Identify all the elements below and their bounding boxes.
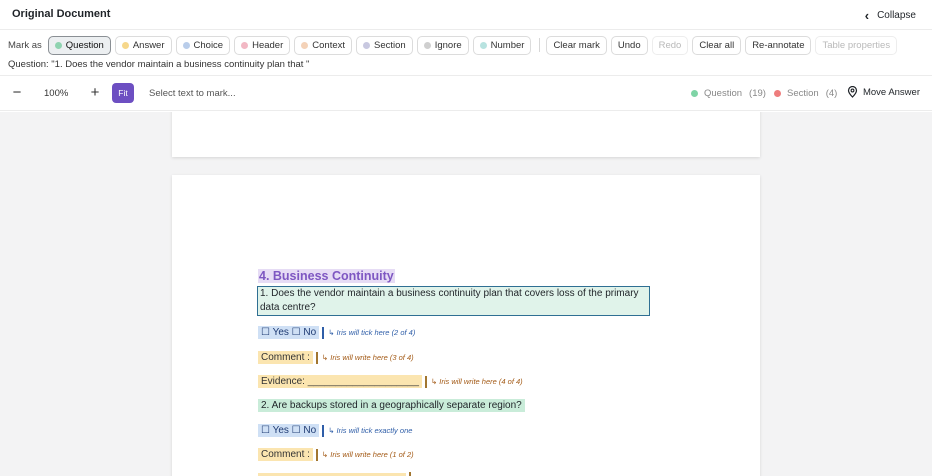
mark-section-label: Section [374, 39, 406, 51]
document-page [172, 112, 760, 157]
legend-question-label: Question [704, 88, 743, 99]
mark-context-label: Context [312, 39, 346, 51]
answer-anchor-marker [322, 424, 325, 437]
answer-highlight[interactable]: Comment : [258, 351, 313, 364]
table-properties-button[interactable]: Table properties [815, 35, 898, 55]
question-row: 2. Are backups stored in a geographicall… [258, 399, 525, 412]
panel-title: Original Document [12, 8, 111, 20]
answer-anchor-marker [409, 472, 411, 476]
choice-row: ☐ Yes ☐ No ↳ Iris will tick here (2 of 4… [258, 326, 415, 339]
mark-as-label: Mark as [8, 39, 42, 51]
map-pin-icon [847, 86, 858, 98]
comment-note: ↳ Iris will write here (3 of 4) [321, 353, 414, 362]
mark-question-label: Question [65, 39, 104, 51]
mark-context-button[interactable]: Context [294, 35, 353, 55]
re-annotate-button[interactable]: Re-annotate [745, 35, 812, 55]
toolbar-divider [539, 38, 541, 52]
mark-ignore-button[interactable]: Ignore [416, 35, 469, 55]
mark-choice-button[interactable]: Choice [175, 35, 231, 55]
legend-section-count: (4) [825, 88, 838, 99]
section-title-highlight[interactable]: 4. Business Continuity [258, 269, 395, 283]
answer-color-dot [121, 41, 129, 49]
choice-note: ↳ Iris will tick exactly one [328, 426, 413, 435]
mark-number-label: Number [490, 39, 525, 51]
zoom-out-button[interactable]: − [8, 84, 26, 102]
mark-number-button[interactable]: Number [472, 35, 532, 55]
collapse-button[interactable]: ‹ Collapse [865, 6, 916, 24]
choice-note: ↳ Iris will tick here (2 of 4) [328, 328, 416, 337]
legend-section-dot [774, 90, 781, 97]
fit-button[interactable]: Fit [112, 83, 134, 103]
question-color-dot [54, 41, 62, 49]
comment-row: Comment : ↳ Iris will write here (1 of 2… [258, 448, 414, 461]
legend-section-label: Section [787, 88, 819, 99]
choice-row: ☐ Yes ☐ No ↳ Iris will tick exactly one [258, 424, 412, 437]
selected-question-preview: Question: "1. Does the vendor maintain a… [8, 59, 310, 70]
undo-button[interactable]: Undo [610, 35, 648, 55]
answer-anchor-marker [322, 326, 325, 339]
question-highlight-selected[interactable]: 1. Does the vendor maintain a business c… [257, 286, 650, 316]
mark-question-button[interactable]: Question [47, 35, 111, 55]
mark-choice-label: Choice [193, 39, 224, 51]
evidence-note: ↳ Iris will write here (4 of 4) [430, 377, 523, 386]
choice-color-dot [182, 41, 190, 49]
section-color-dot [363, 41, 371, 49]
choice-highlight[interactable]: ☐ Yes ☐ No [258, 326, 320, 339]
clear-mark-button[interactable]: Clear mark [546, 35, 607, 55]
legend-question[interactable]: Question (19) [691, 88, 766, 99]
mark-header-button[interactable]: Header [234, 35, 291, 55]
selection-hint: Select text to mark... [149, 88, 236, 99]
document-viewer[interactable]: 4. Business Continuity 1. Does the vendo… [0, 112, 932, 476]
move-answer-button[interactable]: Move Answer [847, 86, 920, 98]
question-highlight[interactable]: 2. Are backups stored in a geographicall… [258, 399, 525, 412]
panel-header: Original Document ‹ Collapse [0, 0, 932, 30]
evidence-row: Evidence: ____________________ ↳ Iris wi… [258, 375, 523, 388]
legend-question-count: (19) [749, 88, 766, 99]
mark-ignore-label: Ignore [434, 39, 462, 51]
legend-question-dot [691, 90, 698, 97]
collapse-label: Collapse [877, 9, 916, 21]
zoom-toolbar: − 100% + Fit Select text to mark... Ques… [0, 75, 932, 111]
redo-button[interactable]: Redo [651, 35, 689, 55]
comment-row: Comment : ↳ Iris will write here (3 of 4… [258, 351, 414, 364]
clear-all-button[interactable]: Clear all [692, 35, 742, 55]
context-color-dot [301, 41, 309, 49]
answer-anchor-marker [424, 375, 427, 388]
answer-anchor-marker [315, 448, 318, 461]
zoom-in-button[interactable]: + [86, 84, 104, 102]
answer-row-partial [258, 472, 415, 476]
header-color-dot [241, 41, 249, 49]
mark-section-button[interactable]: Section [356, 35, 413, 55]
zoom-level: 100% [44, 88, 69, 99]
move-answer-label: Move Answer [862, 86, 920, 98]
mark-answer-label: Answer [132, 39, 165, 51]
comment-note: ↳ Iris will write here (1 of 2) [321, 450, 414, 459]
answer-highlight[interactable]: Comment : [258, 448, 313, 461]
answer-highlight[interactable]: Evidence: ____________________ [258, 375, 422, 388]
document-page: 4. Business Continuity 1. Does the vendo… [172, 175, 760, 476]
mark-answer-button[interactable]: Answer [114, 35, 172, 55]
chevron-left-icon: ‹ [864, 7, 870, 23]
mark-toolbar: Mark as Question Answer Choice Header Co… [0, 34, 932, 56]
question-text: 1. Does the vendor maintain a business c… [260, 288, 639, 313]
mark-header-label: Header [252, 39, 284, 51]
ignore-color-dot [423, 41, 431, 49]
answer-anchor-marker [315, 351, 318, 364]
number-color-dot [479, 41, 487, 49]
choice-highlight[interactable]: ☐ Yes ☐ No [258, 424, 320, 437]
legend-section[interactable]: Section (4) [774, 88, 837, 99]
